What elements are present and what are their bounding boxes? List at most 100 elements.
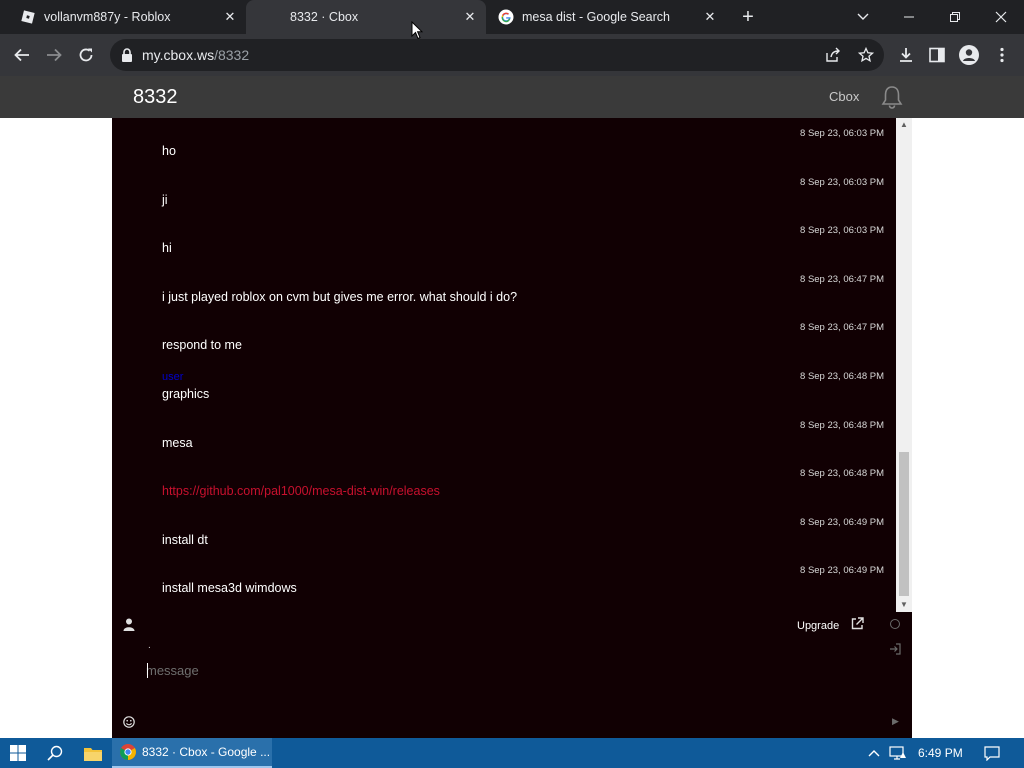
message-input[interactable] <box>146 660 746 680</box>
reload-button[interactable] <box>71 40 101 70</box>
address-bar[interactable]: my.cbox.ws/8332 <box>110 39 884 71</box>
chrome-icon <box>120 744 136 760</box>
back-arrow-icon <box>14 48 29 62</box>
close-tab-icon[interactable]: ✕ <box>702 9 718 25</box>
message-timestamp: 8 Sep 23, 06:03 PM <box>800 176 884 188</box>
message-timestamp: 8 Sep 23, 06:03 PM <box>800 128 884 139</box>
message-text: hi <box>162 241 172 256</box>
kebab-menu-icon <box>1000 47 1004 63</box>
message-list[interactable]: 8 Sep 23, 06:03 PM ho 8 Sep 23, 06:03 PM ji… <box>112 118 896 612</box>
file-explorer-button[interactable] <box>74 738 112 768</box>
browser-tab-strip: vollanvm887y - Roblox ✕ 8332 · Cbox ✕ me… <box>0 0 1024 34</box>
name-field[interactable]: . <box>148 640 151 651</box>
taskbar-clock[interactable]: 6:49 PM <box>918 746 963 760</box>
page-title: 8332 <box>133 86 178 108</box>
scroll-up-arrow-icon[interactable]: ▲ <box>896 118 912 132</box>
network-icon <box>889 746 906 760</box>
message-timestamp: 8 Sep 23, 06:48 PM <box>800 371 884 382</box>
message-text: install mesa3d wimdows <box>162 581 297 596</box>
cbox-brand-link[interactable]: Cbox <box>829 89 859 104</box>
message-text: ho <box>162 144 176 158</box>
close-tab-icon[interactable]: ✕ <box>462 9 478 25</box>
chat-box: 8 Sep 23, 06:03 PM ho 8 Sep 23, 06:03 PM ji… <box>112 118 912 738</box>
message-text: mesa <box>162 435 193 450</box>
minimize-button[interactable] <box>886 0 932 34</box>
profile-avatar-icon <box>959 45 979 65</box>
user-icon[interactable] <box>123 618 135 631</box>
tray-overflow-button[interactable] <box>864 738 884 768</box>
chevron-down-icon <box>857 13 869 20</box>
text-caret <box>147 663 148 678</box>
upgrade-link[interactable]: Upgrade <box>797 620 839 632</box>
bookmark-star-icon[interactable] <box>858 47 874 63</box>
popout-icon[interactable] <box>851 617 864 630</box>
windows-taskbar: 8332 · Cbox - Google ... 6:49 PM <box>0 738 1024 768</box>
message-timestamp: 8 Sep 23, 06:49 PM <box>800 565 884 577</box>
message-text: graphics <box>162 387 210 401</box>
message-username[interactable]: user <box>162 371 183 383</box>
url-path: /8332 <box>214 47 250 63</box>
taskbar-chrome-app[interactable]: 8332 · Cbox - Google ... <box>112 738 272 768</box>
message-timestamp: 8 Sep 23, 06:03 PM <box>800 225 884 237</box>
folder-icon <box>84 747 102 761</box>
search-icon <box>47 745 63 761</box>
roblox-icon <box>21 10 35 24</box>
message-timestamp: 8 Sep 23, 06:47 PM <box>800 273 884 285</box>
download-icon <box>900 48 912 62</box>
network-button[interactable] <box>887 738 909 768</box>
message-timestamp: 8 Sep 23, 06:48 PM <box>800 419 884 431</box>
notification-icon <box>984 745 1000 761</box>
close-icon <box>995 11 1007 23</box>
message-scrollbar[interactable]: ▲ ▼ <box>896 118 912 612</box>
google-icon <box>498 9 514 25</box>
restore-icon <box>950 12 960 22</box>
scroll-down-arrow-icon[interactable]: ▼ <box>896 598 912 612</box>
message-text: ji <box>162 192 168 207</box>
send-arrow-icon[interactable]: ▶ <box>892 716 899 727</box>
side-panel-button[interactable] <box>922 40 952 70</box>
back-button[interactable] <box>7 40 37 70</box>
tab-title: mesa dist - Google Search <box>522 10 670 24</box>
message-text: i just played roblox on cvm but gives me… <box>162 289 518 304</box>
cbox-header: 8332 Cbox <box>0 76 1024 118</box>
message-link[interactable]: https://github.com/pal1000/mesa-dist-win… <box>162 484 440 498</box>
share-icon[interactable] <box>825 47 841 63</box>
tab-title: 8332 · Cbox <box>290 10 359 24</box>
tab-title: vollanvm887y - Roblox <box>44 10 171 24</box>
profile-button[interactable] <box>954 40 984 70</box>
taskbar-app-label: 8332 · Cbox - Google ... <box>142 745 271 759</box>
close-tab-icon[interactable]: ✕ <box>222 9 238 25</box>
tab-roblox[interactable]: vollanvm887y - Roblox ✕ <box>0 0 246 34</box>
windows-logo-icon <box>10 745 26 761</box>
lock-icon[interactable] <box>121 48 133 62</box>
url-text[interactable]: my.cbox.ws/8332 <box>142 47 249 63</box>
bell-icon[interactable] <box>879 84 905 110</box>
mouse-pointer-icon <box>411 21 423 40</box>
chevron-up-icon <box>868 750 880 757</box>
action-center-button[interactable] <box>980 738 1004 768</box>
tab-search-button[interactable] <box>840 0 886 34</box>
start-button[interactable] <box>0 738 36 768</box>
message-timestamp: 8 Sep 23, 06:49 PM <box>800 516 884 528</box>
scrollbar-thumb[interactable] <box>899 452 909 596</box>
forward-button[interactable] <box>39 40 69 70</box>
message-text: install dt <box>162 532 208 547</box>
forward-arrow-icon <box>47 48 62 62</box>
browser-menu-button[interactable] <box>987 40 1017 70</box>
smiley-icon[interactable] <box>123 716 135 728</box>
restore-button[interactable] <box>932 0 978 34</box>
tab-google-search[interactable]: mesa dist - Google Search ✕ <box>486 0 726 34</box>
sign-in-icon[interactable] <box>889 643 901 655</box>
message-timestamp: 8 Sep 23, 06:48 PM <box>800 468 884 480</box>
minimize-icon <box>904 16 914 18</box>
side-panel-icon <box>929 47 945 63</box>
tab-cbox[interactable]: 8332 · Cbox ✕ <box>246 0 486 34</box>
new-tab-button[interactable]: + <box>737 6 759 28</box>
message-text: respond to me <box>162 338 242 353</box>
message-timestamp: 8 Sep 23, 06:47 PM <box>800 322 884 334</box>
close-window-button[interactable] <box>978 0 1024 34</box>
blank-page-icon <box>266 9 282 25</box>
taskbar-search-button[interactable] <box>36 738 74 768</box>
downloads-button[interactable] <box>891 40 921 70</box>
status-circle-icon[interactable] <box>890 619 900 629</box>
